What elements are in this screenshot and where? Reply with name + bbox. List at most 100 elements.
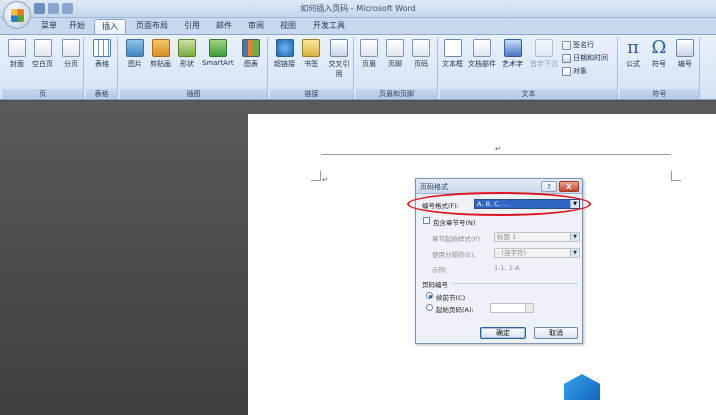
numbering-button[interactable]: 编号 (676, 39, 694, 69)
wordart-button[interactable]: 艺术字 (502, 39, 523, 69)
tab-menu[interactable]: 菜单 (36, 19, 62, 34)
signature-icon (562, 40, 571, 50)
table-icon (93, 39, 111, 57)
group-label-symbols: 符号 (620, 89, 699, 99)
hyperlink-button[interactable]: 超链接 (274, 39, 295, 69)
quick-parts-button[interactable]: 文档部件 (468, 39, 496, 69)
tab-insert[interactable]: 插入 (94, 19, 126, 34)
margin-corner-right (671, 171, 681, 181)
bookmark-button[interactable]: 书签 (302, 39, 320, 69)
chapter-style-select[interactable]: 标题 1 ▼ (494, 232, 580, 242)
tab-references[interactable]: 引用 (180, 19, 204, 34)
start-at-input[interactable] (490, 303, 534, 313)
start-at-radio[interactable] (426, 304, 433, 311)
textbox-button[interactable]: 文本框 (442, 39, 463, 69)
example-value: 1-1, 1-A (494, 264, 520, 272)
calendar-icon (562, 53, 571, 63)
signature-line-button[interactable]: 签名行 (562, 40, 594, 50)
group-header-footer: 页眉 页脚 页码 页眉和页脚 (356, 37, 438, 99)
group-label-illustrations: 插图 (120, 89, 267, 99)
header-icon (360, 39, 378, 57)
continue-radio[interactable] (426, 292, 433, 299)
object-icon (562, 66, 571, 76)
house-logo-icon (564, 374, 600, 400)
footer-icon (386, 39, 404, 57)
tab-home[interactable]: 开始 (64, 19, 90, 34)
symbol-button[interactable]: Ω 符号 (650, 39, 668, 69)
tab-page-layout[interactable]: 页面布局 (132, 19, 172, 34)
separator-value: - (连字符) (497, 249, 526, 257)
smartart-button[interactable]: SmartArt (202, 39, 234, 67)
numbering-section-heading: 页码编号 (422, 281, 448, 289)
group-label-links: 链接 (270, 89, 353, 99)
help-button[interactable]: ? (541, 181, 557, 192)
numbering-icon (676, 39, 694, 57)
equation-button[interactable]: π 公式 (624, 39, 642, 69)
shapes-button[interactable]: 形状 (178, 39, 196, 69)
separator-label: 使用分隔符(E): (432, 251, 476, 259)
clipart-icon (151, 39, 170, 57)
date-time-button[interactable]: 日期和时间 (562, 53, 608, 63)
picture-icon (126, 39, 144, 57)
group-illustrations: 图片 剪贴画 形状 SmartArt 图表 插图 (120, 37, 268, 99)
paragraph-mark-icon: ↵ (495, 145, 501, 153)
chapter-style-label: 章节起始样式(P) (432, 235, 480, 243)
group-text: 文本框 文档部件 艺术字 首字下沉 签名行 日期和时间 对象 文本 (440, 37, 618, 99)
group-label-header-footer: 页眉和页脚 (356, 89, 437, 99)
header-divider (321, 154, 671, 155)
quick-parts-icon (473, 39, 491, 57)
office-logo-icon (11, 9, 24, 22)
ribbon: 封面 空白页 分页 页 表格 表格 图片 剪贴画 形状 SmartArt 图表 … (0, 34, 716, 100)
tab-review[interactable]: 审阅 (244, 19, 268, 34)
separator-select[interactable]: - (连字符) ▼ (494, 248, 580, 258)
tab-developer[interactable]: 开发工具 (308, 19, 350, 34)
tab-mailings[interactable]: 邮件 (212, 19, 236, 34)
cancel-button[interactable]: 取消 (534, 327, 578, 339)
group-links: 超链接 书签 交叉引用 链接 (270, 37, 354, 99)
omega-icon: Ω (651, 37, 667, 58)
window-title: 如何插入页码 - Microsoft Word (300, 4, 416, 13)
hyperlink-icon (275, 39, 294, 57)
textbox-icon (443, 39, 462, 57)
header-button[interactable]: 页眉 (360, 39, 378, 69)
blank-page-button[interactable]: 空白页 (32, 39, 53, 69)
tab-view[interactable]: 视图 (276, 19, 300, 34)
example-label: 示例: (432, 266, 448, 274)
wordart-icon (503, 39, 522, 57)
page-break-button[interactable]: 分页 (62, 39, 80, 69)
office-button[interactable] (3, 1, 31, 29)
annotation-ring (407, 192, 591, 216)
cover-page-button[interactable]: 封面 (8, 39, 26, 69)
ok-button[interactable]: 确定 (480, 327, 526, 339)
group-label-text: 文本 (440, 89, 617, 99)
group-tables: 表格 表格 (86, 37, 118, 99)
watermark-en: XITONGZHIJIA.NET (606, 395, 674, 403)
cross-reference-button[interactable]: 交叉引用 (328, 39, 350, 79)
chevron-down-icon: ▼ (570, 249, 579, 257)
table-button[interactable]: 表格 (93, 39, 111, 69)
chart-button[interactable]: 图表 (242, 39, 260, 69)
close-button[interactable]: X (559, 181, 579, 192)
picture-button[interactable]: 图片 (126, 39, 144, 69)
watermark-cn: 系统之家 (606, 375, 678, 395)
group-symbols: π 公式 Ω 符号 编号 符号 (620, 37, 700, 99)
object-button[interactable]: 对象 (562, 66, 587, 76)
include-chapter-checkbox[interactable] (423, 217, 430, 224)
cover-page-icon (8, 39, 26, 57)
dropcap-button[interactable]: 首字下沉 (530, 39, 558, 69)
blank-page-icon (33, 39, 52, 57)
cross-reference-icon (330, 39, 348, 57)
section-divider (452, 283, 578, 284)
clipart-button[interactable]: 剪贴画 (150, 39, 171, 69)
footer-button[interactable]: 页脚 (386, 39, 404, 69)
include-chapter-label: 包含章节号(N) (433, 219, 476, 227)
bookmark-icon (302, 39, 320, 57)
spinner-arrows-icon[interactable] (525, 304, 533, 312)
dialog-title: 页码格式 (420, 183, 448, 191)
ribbon-tabs: 菜单 开始 插入 页面布局 引用 邮件 审阅 视图 开发工具 (0, 18, 716, 34)
smartart-icon (208, 39, 227, 57)
paragraph-mark-icon: ↵ (322, 176, 328, 184)
page-number-button[interactable]: 页码 (412, 39, 430, 69)
page-number-icon (412, 39, 430, 57)
group-label-tables: 表格 (86, 89, 117, 99)
